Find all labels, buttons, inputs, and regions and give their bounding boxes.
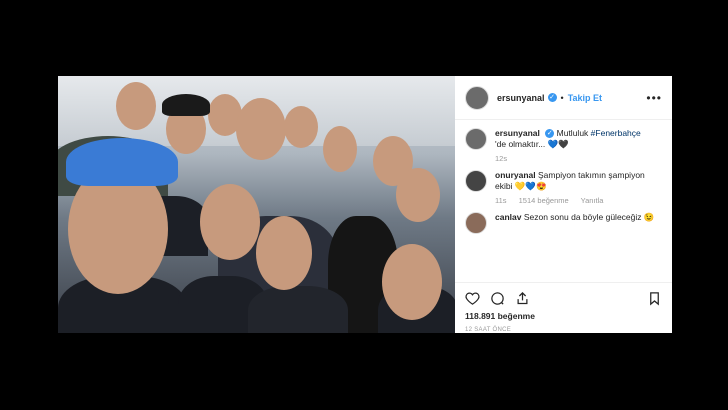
comment-text: onuryanal Şampiyon takımın şampiyon ekib…: [495, 170, 662, 206]
hashtag-link[interactable]: #Fenerbahçe: [591, 128, 641, 138]
verified-badge-icon: ✓: [547, 93, 557, 102]
person-face: [323, 126, 357, 172]
person-face: [236, 98, 286, 160]
caption-text: ersunyanal ✓ Mutluluk #Fenerbahçe 'de ol…: [495, 128, 641, 164]
post-sidebar: ersunyanal ✓ • Takip Et ••• ersunyanal ✓…: [455, 76, 672, 333]
action-bar: 118.891 beğenme 12 SAAT ÖNCE: [455, 282, 672, 333]
avatar[interactable]: [465, 170, 487, 192]
caption-username[interactable]: ersunyanal: [495, 128, 540, 138]
verified-badge-icon: ✓: [545, 129, 555, 139]
comment-time: 11s: [495, 196, 507, 205]
comment-row: canlav Sezon sonu da böyle güleceğiz 😉: [465, 212, 662, 234]
comment-username[interactable]: onuryanal: [495, 170, 536, 180]
reply-button[interactable]: Yanıtla: [581, 196, 604, 205]
caption-row: ersunyanal ✓ Mutluluk #Fenerbahçe 'de ol…: [465, 128, 662, 164]
caption-meta: 12s: [495, 153, 641, 164]
caption-time: 12s: [495, 154, 508, 163]
avatar[interactable]: [465, 85, 489, 110]
black-cap: [162, 94, 210, 116]
person-face: [284, 106, 318, 148]
header-username[interactable]: ersunyanal: [497, 93, 545, 103]
avatar[interactable]: [465, 128, 487, 150]
comment-meta: 11s 1514 beğenme Yanıtla: [495, 195, 662, 206]
comments-section: ersunyanal ✓ Mutluluk #Fenerbahçe 'de ol…: [455, 120, 672, 282]
comment-body: Sezon sonu da böyle güleceğiz 😉: [523, 212, 655, 222]
post-header: ersunyanal ✓ • Takip Et •••: [455, 76, 672, 120]
heart-icon[interactable]: [465, 291, 480, 306]
person-face: [116, 82, 156, 130]
post-photo[interactable]: [58, 76, 455, 333]
person-face: [396, 168, 440, 222]
more-options-icon[interactable]: •••: [646, 91, 662, 105]
person-body: [248, 286, 348, 333]
comment-row: onuryanal Şampiyon takımın şampiyon ekib…: [465, 170, 662, 206]
person-face: [200, 184, 260, 260]
instagram-post: ersunyanal ✓ • Takip Et ••• ersunyanal ✓…: [58, 76, 672, 333]
avatar[interactable]: [465, 212, 487, 234]
share-icon[interactable]: [515, 291, 530, 306]
person-face: [382, 244, 442, 320]
comment-text: canlav Sezon sonu da böyle güleceğiz 😉: [495, 212, 654, 223]
action-icons: [465, 289, 662, 307]
caption-body: Mutluluk: [556, 128, 589, 138]
separator-dot: •: [560, 92, 564, 103]
follow-button[interactable]: Takip Et: [568, 93, 602, 103]
person-face: [256, 216, 312, 290]
likes-count[interactable]: 118.891 beğenme: [465, 311, 662, 321]
comment-username[interactable]: canlav: [495, 212, 521, 222]
post-timestamp: 12 SAAT ÖNCE: [465, 327, 512, 333]
comment-likes[interactable]: 1514 beğenme: [519, 196, 569, 205]
blue-cap: [66, 138, 178, 186]
caption-body-2: 'de olmaktır... 💙🖤: [495, 139, 569, 149]
bookmark-icon[interactable]: [647, 291, 662, 306]
comment-icon[interactable]: [490, 291, 505, 306]
